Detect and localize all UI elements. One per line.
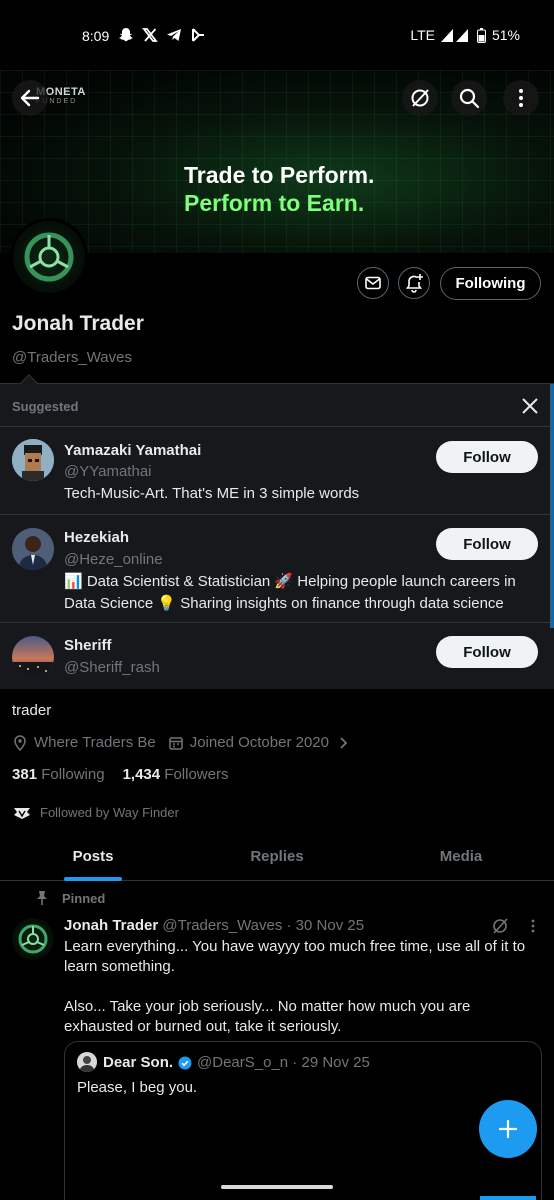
app-icon bbox=[190, 27, 206, 43]
profile-meta: Where Traders Be Joined October 2020 bbox=[12, 734, 349, 751]
following-button[interactable]: Following bbox=[440, 267, 541, 300]
avatar-logo-icon bbox=[24, 232, 74, 282]
quoted-author-name: Dear Son. bbox=[103, 1054, 174, 1071]
profile-stats: 381 Following 1,434 Followers bbox=[12, 766, 228, 783]
follow-button[interactable]: Follow bbox=[436, 636, 538, 668]
post-meta: @Traders_Waves · 30 Nov 25 bbox=[162, 917, 365, 934]
chevron-right-icon[interactable] bbox=[339, 736, 349, 750]
grok-icon[interactable] bbox=[491, 917, 509, 935]
followed-by[interactable]: Followed by Way Finder bbox=[12, 805, 179, 820]
profile-handle: @Traders_Waves bbox=[12, 349, 132, 366]
suggested-user-name: Yamazaki Yamathai bbox=[64, 442, 202, 459]
followers-stat[interactable]: 1,434 Followers bbox=[123, 766, 229, 783]
network-label: LTE bbox=[410, 27, 435, 43]
mail-icon bbox=[365, 276, 381, 290]
suggested-panel: Suggested Yamazaki Yamathai @YYamathai T… bbox=[0, 374, 554, 690]
battery-level: 51% bbox=[491, 27, 520, 43]
suggested-user-1[interactable]: Yamazaki Yamathai @YYamathai Tech-Music-… bbox=[0, 426, 550, 514]
post-author-name[interactable]: Jonah Trader bbox=[64, 917, 158, 934]
profile-name: Jonah Trader bbox=[12, 312, 144, 335]
suggested-user-name: Sheriff bbox=[64, 637, 112, 654]
suggested-user-bio: 📊 Data Scientist & Statistician 🚀 Helpin… bbox=[64, 573, 516, 612]
person-photo-icon bbox=[77, 1052, 97, 1072]
snapchat-icon bbox=[118, 27, 134, 43]
suggested-user-bio: Tech-Music-Art. That's ME in 3 simple wo… bbox=[64, 485, 360, 502]
person-photo-icon bbox=[12, 528, 54, 570]
calendar-icon bbox=[168, 736, 183, 750]
suggested-user-handle: @Sheriff_rash bbox=[64, 659, 160, 676]
tab-media[interactable]: Media bbox=[424, 848, 498, 865]
suggested-user-3[interactable]: Sheriff @Sheriff_rash Follow bbox=[0, 622, 550, 690]
pixel-avatar-icon bbox=[12, 439, 54, 481]
follow-button[interactable]: Follow bbox=[436, 441, 538, 473]
back-button[interactable] bbox=[12, 80, 48, 116]
suggested-user-2[interactable]: Hezekiah @Heze_online 📊 Data Scientist &… bbox=[0, 514, 550, 622]
more-options-button[interactable] bbox=[503, 80, 539, 116]
status-bar: 8:09 LTE 51% bbox=[0, 0, 554, 70]
following-stat[interactable]: 381 Following bbox=[12, 766, 105, 783]
quoted-post-header: Dear Son. @DearS_o_n · 29 Nov 25 bbox=[103, 1054, 370, 1071]
message-button[interactable] bbox=[357, 267, 389, 299]
banner-headline-1: Trade to Perform. bbox=[184, 162, 375, 188]
avatar-logo-icon bbox=[18, 924, 48, 954]
telegram-icon bbox=[166, 27, 182, 43]
quoted-post-meta: @DearS_o_n · 29 Nov 25 bbox=[197, 1054, 370, 1071]
follower-avatar-icon bbox=[14, 807, 30, 819]
avatar[interactable] bbox=[12, 636, 54, 678]
search-button[interactable] bbox=[451, 80, 487, 116]
post-body: Learn everything... You have wayyy too m… bbox=[64, 937, 540, 1037]
status-right: LTE 51% bbox=[410, 27, 520, 43]
active-tab-indicator bbox=[64, 877, 122, 881]
profile-location: Where Traders Be bbox=[34, 734, 156, 751]
plus-icon bbox=[498, 1119, 518, 1139]
city-night-photo-icon bbox=[12, 636, 54, 678]
follow-button[interactable]: Follow bbox=[436, 528, 538, 560]
profile-avatar[interactable] bbox=[10, 218, 88, 296]
suggested-user-name: Hezekiah bbox=[64, 529, 130, 546]
profile-tabs: Posts Replies Media bbox=[0, 836, 554, 881]
verified-badge-icon bbox=[178, 1056, 192, 1069]
profile-joined: Joined October 2020 bbox=[189, 734, 329, 751]
post-author-avatar[interactable] bbox=[12, 918, 54, 960]
quoted-post[interactable]: Dear Son. @DearS_o_n · 29 Nov 25 Please,… bbox=[64, 1041, 542, 1200]
x-icon bbox=[142, 27, 158, 43]
suggested-user-handle: @Heze_online bbox=[64, 551, 163, 568]
tab-posts[interactable]: Posts bbox=[64, 848, 122, 865]
search-icon bbox=[459, 88, 480, 109]
post-header: Jonah Trader @Traders_Waves · 30 Nov 25 bbox=[64, 917, 364, 934]
grok-icon bbox=[411, 89, 429, 107]
quoted-post-text: Please, I beg you. bbox=[77, 1079, 198, 1096]
suggested-scrollbar[interactable] bbox=[550, 384, 554, 628]
pinned-label: Pinned bbox=[37, 890, 105, 906]
close-icon[interactable] bbox=[520, 396, 540, 416]
suggested-header: Suggested bbox=[12, 399, 79, 414]
more-vertical-icon bbox=[519, 89, 523, 107]
pin-icon bbox=[37, 891, 47, 905]
grok-button[interactable] bbox=[402, 80, 438, 116]
profile-bio: trader bbox=[12, 702, 52, 719]
quoted-author-avatar bbox=[77, 1052, 97, 1072]
post-paragraph: Learn everything... You have wayyy too m… bbox=[64, 938, 526, 975]
notification-icons bbox=[118, 27, 206, 43]
battery-icon bbox=[476, 27, 486, 43]
notifications-button[interactable] bbox=[398, 267, 430, 299]
suggested-user-handle: @YYamathai bbox=[64, 463, 152, 480]
avatar[interactable] bbox=[12, 528, 54, 570]
signal-icon bbox=[440, 29, 468, 42]
tab-replies[interactable]: Replies bbox=[240, 848, 314, 865]
more-vertical-icon[interactable] bbox=[528, 918, 538, 934]
banner-headline-2: Perform to Earn. bbox=[184, 190, 365, 216]
post-paragraph: Also... Take your job seriously... No ma… bbox=[64, 998, 471, 1035]
location-pin-icon bbox=[14, 734, 26, 751]
gesture-nav-bar[interactable] bbox=[221, 1185, 333, 1189]
status-time: 8:09 bbox=[82, 28, 110, 44]
arrow-left-icon bbox=[20, 89, 40, 107]
compose-button[interactable] bbox=[479, 1100, 537, 1158]
bottom-accent bbox=[480, 1196, 536, 1200]
suggested-caret bbox=[19, 374, 39, 394]
bell-plus-icon bbox=[405, 274, 423, 293]
avatar[interactable] bbox=[12, 439, 54, 481]
followed-by-text: Followed by Way Finder bbox=[40, 805, 179, 820]
